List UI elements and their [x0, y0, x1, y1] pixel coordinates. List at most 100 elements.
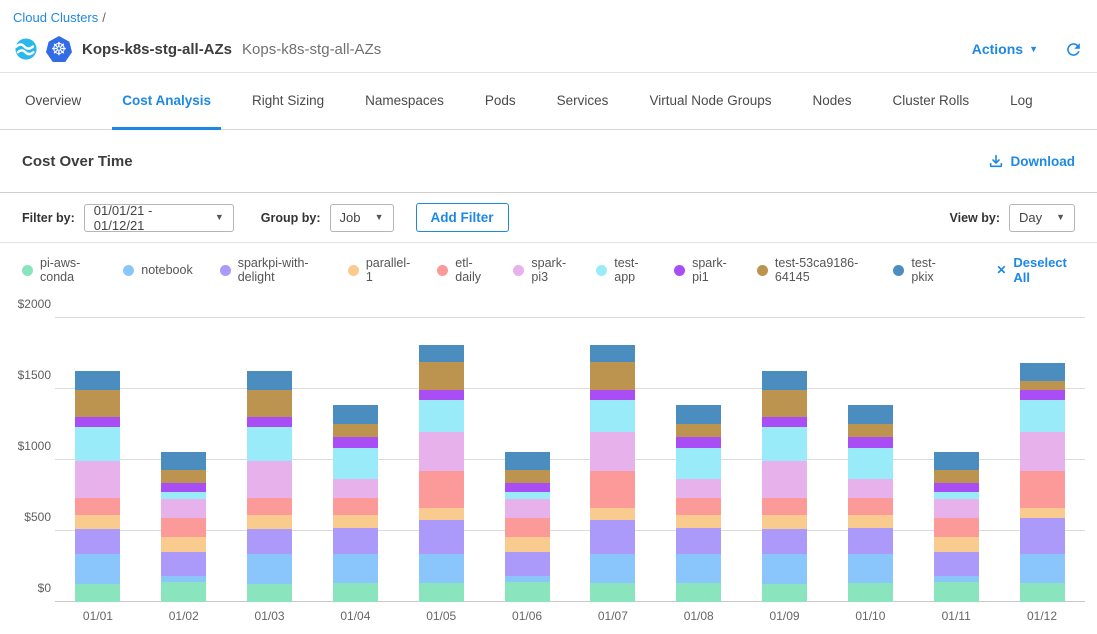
stacked-bar-01/03[interactable]	[247, 318, 292, 602]
tab-cost-analysis[interactable]: Cost Analysis	[112, 73, 221, 130]
bar-segment-test-pkix[interactable]	[762, 371, 807, 389]
bar-segment-notebook[interactable]	[848, 554, 893, 583]
bar-segment-parallel-1[interactable]	[1020, 508, 1065, 518]
bar-segment-test-53ca9186-64145[interactable]	[333, 424, 378, 437]
bar-segment-sparkpi-with-delight[interactable]	[848, 528, 893, 554]
bar-segment-etl-daily[interactable]	[1020, 471, 1065, 508]
bar-segment-spark-pi1[interactable]	[762, 417, 807, 426]
stacked-bar-01/07[interactable]	[590, 318, 635, 602]
bar-segment-parallel-1[interactable]	[161, 537, 206, 552]
bar-segment-sparkpi-with-delight[interactable]	[934, 552, 979, 577]
legend-item-spark-pi3[interactable]: spark-pi3	[513, 256, 569, 284]
stacked-bar-01/09[interactable]	[762, 318, 807, 602]
bar-segment-test-53ca9186-64145[interactable]	[676, 424, 721, 437]
stacked-bar-01/10[interactable]	[848, 318, 893, 602]
tab-virtual-node-groups[interactable]: Virtual Node Groups	[639, 73, 781, 130]
bar-segment-parallel-1[interactable]	[848, 515, 893, 528]
bar-segment-pi-aws-conda[interactable]	[505, 582, 550, 602]
bar-segment-test-app[interactable]	[762, 427, 807, 461]
bar-segment-spark-pi1[interactable]	[590, 390, 635, 401]
tab-right-sizing[interactable]: Right Sizing	[242, 73, 334, 130]
bar-segment-sparkpi-with-delight[interactable]	[419, 520, 464, 554]
bar-segment-notebook[interactable]	[762, 554, 807, 583]
bar-segment-spark-pi1[interactable]	[161, 483, 206, 492]
bar-segment-sparkpi-with-delight[interactable]	[333, 528, 378, 554]
bar-segment-test-app[interactable]	[333, 448, 378, 479]
view-by-select[interactable]: Day▼	[1009, 204, 1075, 232]
bar-segment-pi-aws-conda[interactable]	[75, 584, 120, 602]
bar-segment-spark-pi3[interactable]	[590, 432, 635, 470]
bar-segment-parallel-1[interactable]	[247, 515, 292, 528]
bar-segment-test-pkix[interactable]	[934, 452, 979, 470]
tab-pods[interactable]: Pods	[475, 73, 526, 130]
tab-namespaces[interactable]: Namespaces	[355, 73, 454, 130]
bar-segment-notebook[interactable]	[333, 554, 378, 583]
legend-item-test-53ca9186-64145[interactable]: test-53ca9186-64145	[757, 256, 867, 284]
bar-segment-spark-pi1[interactable]	[934, 483, 979, 492]
bar-segment-sparkpi-with-delight[interactable]	[762, 529, 807, 555]
bar-segment-test-app[interactable]	[161, 492, 206, 499]
bar-segment-spark-pi3[interactable]	[419, 432, 464, 470]
stacked-bar-01/08[interactable]	[676, 318, 721, 602]
bar-segment-test-53ca9186-64145[interactable]	[419, 362, 464, 390]
breadcrumb-link-cloud-clusters[interactable]: Cloud Clusters	[13, 10, 98, 25]
bar-segment-test-53ca9186-64145[interactable]	[75, 390, 120, 418]
bar-segment-spark-pi1[interactable]	[676, 437, 721, 448]
legend-item-test-app[interactable]: test-app	[596, 256, 647, 284]
bar-segment-parallel-1[interactable]	[934, 537, 979, 552]
bar-segment-etl-daily[interactable]	[505, 518, 550, 536]
bar-segment-etl-daily[interactable]	[161, 518, 206, 536]
bar-segment-test-pkix[interactable]	[75, 371, 120, 389]
bar-segment-spark-pi1[interactable]	[505, 483, 550, 492]
bar-segment-test-53ca9186-64145[interactable]	[1020, 381, 1065, 391]
bar-segment-parallel-1[interactable]	[333, 515, 378, 528]
bar-segment-pi-aws-conda[interactable]	[419, 583, 464, 602]
bar-segment-pi-aws-conda[interactable]	[333, 583, 378, 602]
bar-segment-test-pkix[interactable]	[848, 405, 893, 423]
bar-segment-spark-pi3[interactable]	[75, 461, 120, 499]
bar-segment-test-pkix[interactable]	[505, 452, 550, 470]
bar-segment-test-pkix[interactable]	[161, 452, 206, 470]
bar-segment-test-53ca9186-64145[interactable]	[590, 362, 635, 390]
bar-segment-test-app[interactable]	[676, 448, 721, 479]
bar-segment-spark-pi3[interactable]	[848, 479, 893, 499]
bar-segment-test-pkix[interactable]	[590, 345, 635, 362]
bar-segment-test-pkix[interactable]	[333, 405, 378, 423]
deselect-all-button[interactable]: ✕ Deselect All	[996, 255, 1075, 285]
bar-segment-sparkpi-with-delight[interactable]	[161, 552, 206, 577]
bar-segment-parallel-1[interactable]	[676, 515, 721, 528]
bar-segment-spark-pi1[interactable]	[75, 417, 120, 426]
bar-segment-parallel-1[interactable]	[505, 537, 550, 552]
bar-segment-sparkpi-with-delight[interactable]	[75, 529, 120, 555]
bar-segment-spark-pi1[interactable]	[247, 417, 292, 426]
legend-item-test-pkix[interactable]: test-pkix	[893, 256, 945, 284]
bar-segment-sparkpi-with-delight[interactable]	[676, 528, 721, 554]
stacked-bar-01/05[interactable]	[419, 318, 464, 602]
bar-segment-notebook[interactable]	[75, 554, 120, 583]
bar-segment-spark-pi3[interactable]	[934, 499, 979, 518]
tab-nodes[interactable]: Nodes	[803, 73, 862, 130]
bar-segment-test-53ca9186-64145[interactable]	[161, 470, 206, 483]
bar-segment-etl-daily[interactable]	[590, 471, 635, 508]
add-filter-button[interactable]: Add Filter	[416, 203, 509, 232]
bar-segment-etl-daily[interactable]	[848, 498, 893, 515]
stacked-bar-01/04[interactable]	[333, 318, 378, 602]
bar-segment-test-pkix[interactable]	[1020, 363, 1065, 381]
bar-segment-spark-pi3[interactable]	[676, 479, 721, 499]
tab-cluster-rolls[interactable]: Cluster Rolls	[883, 73, 980, 130]
bar-segment-test-app[interactable]	[419, 400, 464, 432]
bar-segment-notebook[interactable]	[419, 554, 464, 583]
bar-segment-test-app[interactable]	[934, 492, 979, 499]
stacked-bar-01/12[interactable]	[1020, 318, 1065, 602]
bar-segment-test-app[interactable]	[590, 400, 635, 432]
bar-segment-test-53ca9186-64145[interactable]	[762, 390, 807, 418]
bar-segment-pi-aws-conda[interactable]	[590, 583, 635, 602]
legend-item-sparkpi-with-delight[interactable]: sparkpi-with-delight	[220, 256, 321, 284]
bar-segment-sparkpi-with-delight[interactable]	[1020, 518, 1065, 554]
bar-segment-test-53ca9186-64145[interactable]	[934, 470, 979, 483]
bar-segment-test-pkix[interactable]	[676, 405, 721, 423]
bar-segment-pi-aws-conda[interactable]	[676, 583, 721, 602]
bar-segment-notebook[interactable]	[1020, 554, 1065, 583]
bar-segment-sparkpi-with-delight[interactable]	[505, 552, 550, 577]
bar-segment-test-pkix[interactable]	[247, 371, 292, 389]
